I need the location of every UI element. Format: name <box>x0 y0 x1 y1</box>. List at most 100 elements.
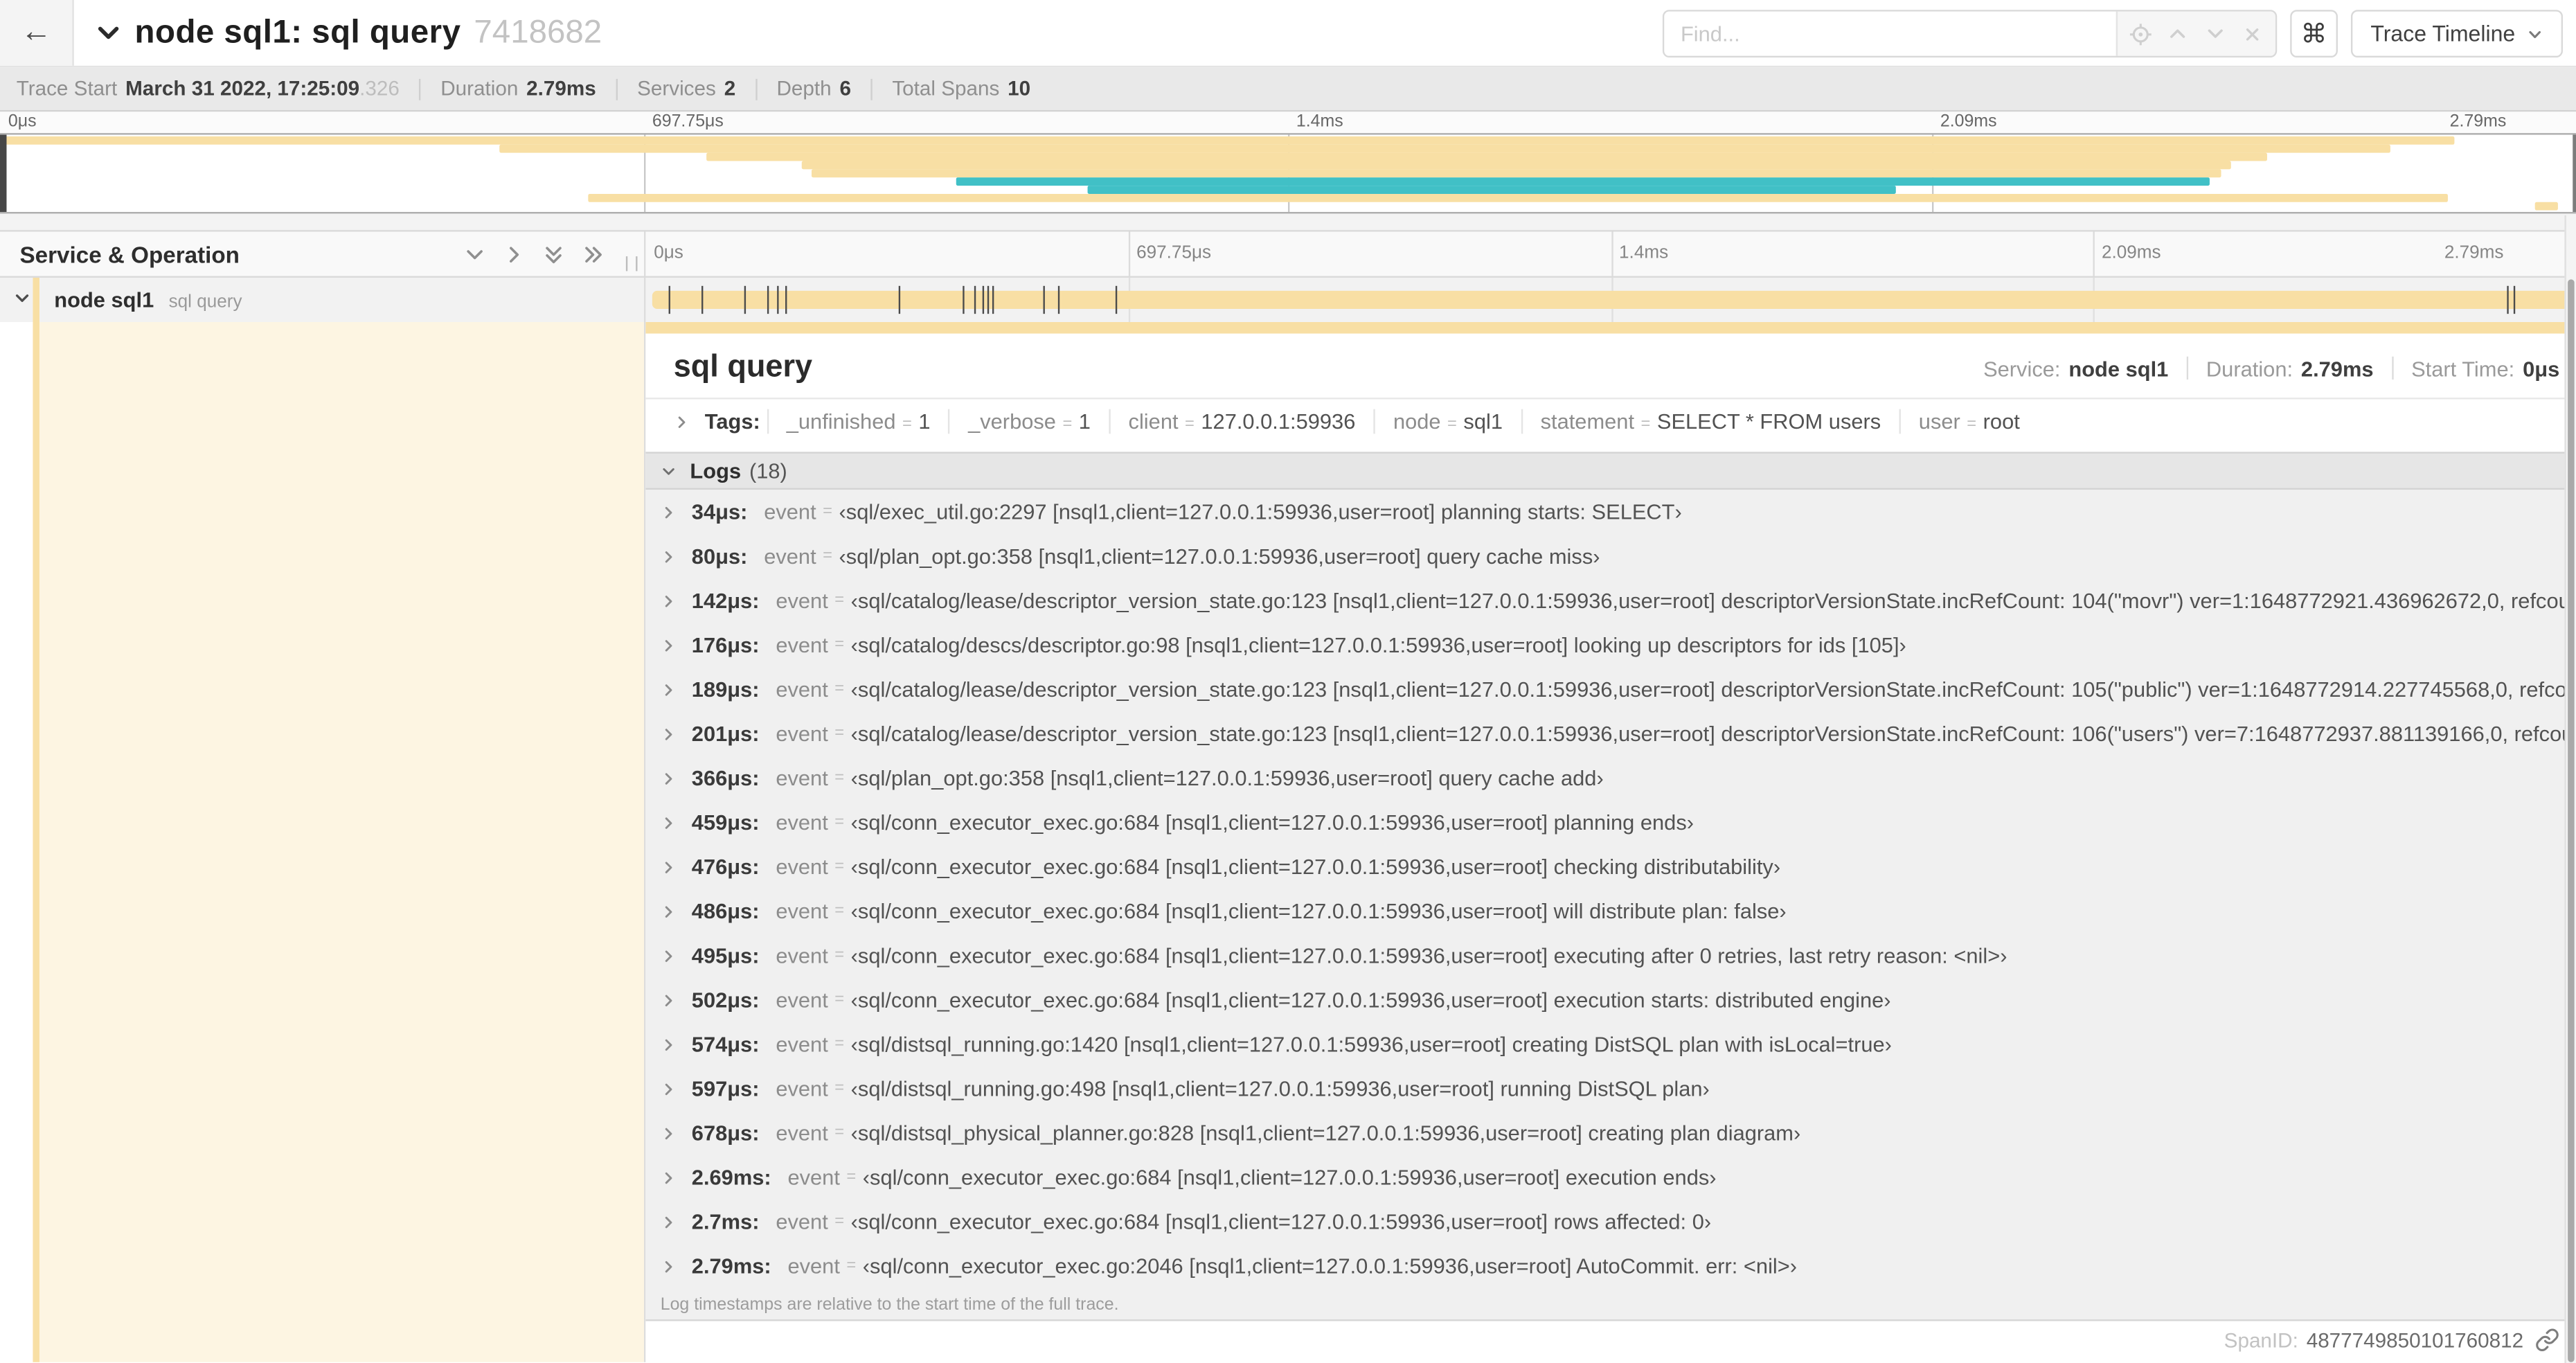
service-label: Service: <box>1983 355 2061 381</box>
duration-value: 2.79ms <box>2300 355 2374 381</box>
log-field-key: event <box>787 1254 840 1279</box>
minimap-left-scrubber[interactable] <box>0 134 7 213</box>
log-field-value: ‹sql/conn_executor_exec.go:2046 [nsql1,c… <box>862 1254 1798 1279</box>
log-row[interactable]: 142μs: event = ‹sql/catalog/lease/descri… <box>645 578 2576 623</box>
log-row[interactable]: 189μs: event = ‹sql/catalog/lease/descri… <box>645 667 2576 711</box>
log-row[interactable]: 176μs: event = ‹sql/catalog/descs/descri… <box>645 623 2576 667</box>
trace-view-selector[interactable]: Trace Timeline <box>2350 10 2564 58</box>
ruler-tick-label: 1.4ms <box>1619 243 1669 263</box>
log-chevron-right-icon <box>661 769 677 786</box>
log-row[interactable]: 597μs: event = ‹sql/distsql_running.go:4… <box>645 1067 2576 1111</box>
log-marker[interactable] <box>1058 285 1061 314</box>
prev-match-chevron-up-icon[interactable] <box>2165 21 2191 47</box>
span-detail-left-column <box>0 322 646 1362</box>
find-input[interactable] <box>1664 11 2116 56</box>
tag-item: client = 127.0.0.1:59936 <box>1109 409 1373 434</box>
equals-sign: = <box>846 1168 857 1186</box>
log-marker[interactable] <box>981 285 984 314</box>
tag-item: _unfinished = 1 <box>767 409 948 434</box>
log-row[interactable]: 486μs: event = ‹sql/conn_executor_exec.g… <box>645 889 2576 933</box>
jaeger-trace-page: ← node sql1: sql query 7418682 Find... ⌘… <box>0 0 2576 1363</box>
back-button[interactable]: ← <box>0 0 74 66</box>
log-row[interactable]: 34μs: event = ‹sql/exec_util.go:2297 [ns… <box>645 490 2576 534</box>
log-field-value: ‹sql/exec_util.go:2297 [nsql1,client=127… <box>839 499 1682 524</box>
span-detail-accent-bar <box>645 322 2576 334</box>
span-detail-meta: Service: node sql1 Duration: 2.79ms Start … <box>1983 356 2559 381</box>
log-field-value: ‹sql/conn_executor_exec.go:684 [nsql1,cl… <box>850 943 2007 968</box>
log-field-key: event <box>776 677 828 702</box>
deep-link-icon[interactable] <box>2535 1328 2560 1353</box>
log-marker[interactable] <box>2507 285 2509 314</box>
log-marker[interactable] <box>899 285 901 314</box>
log-row[interactable]: 2.69ms: event = ‹sql/conn_executor_exec.… <box>645 1155 2576 1200</box>
log-chevron-right-icon <box>661 947 677 964</box>
log-chevron-right-icon <box>661 1213 677 1230</box>
logs-accordion-header[interactable]: Logs (18) <box>645 452 2576 490</box>
divider <box>2391 356 2393 380</box>
log-marker[interactable] <box>767 285 769 314</box>
log-row[interactable]: 678μs: event = ‹sql/distsql_physical_pla… <box>645 1111 2576 1155</box>
collapse-all-double-chevron-down-icon[interactable] <box>542 242 565 265</box>
tags-accordion[interactable]: Tags: _unfinished = 1 _verbose = 1 client = 12… <box>645 400 2576 444</box>
minimap-right-scrubber[interactable] <box>2573 134 2576 213</box>
log-row[interactable]: 2.79ms: event = ‹sql/conn_executor_exec.… <box>645 1244 2576 1288</box>
log-row[interactable]: 495μs: event = ‹sql/conn_executor_exec.g… <box>645 934 2576 978</box>
log-row[interactable]: 459μs: event = ‹sql/conn_executor_exec.g… <box>645 800 2576 844</box>
collapse-one-chevron-down-icon[interactable] <box>463 242 486 265</box>
trace-id: 7418682 <box>474 14 602 51</box>
minimap-graph[interactable] <box>0 133 2576 214</box>
log-marker[interactable] <box>974 285 977 314</box>
log-row[interactable]: 80μs: event = ‹sql/plan_opt.go:358 [nsql… <box>645 534 2576 578</box>
trace-start-label: Trace Start <box>16 77 118 100</box>
log-marker[interactable] <box>1042 285 1045 314</box>
log-field-key: event <box>776 1121 828 1146</box>
log-field-value: ‹sql/conn_executor_exec.go:684 [nsql1,cl… <box>850 987 1891 1013</box>
span-row[interactable]: node sql1 sql query <box>0 277 2576 322</box>
log-row[interactable]: 366μs: event = ‹sql/plan_opt.go:358 [nsq… <box>645 756 2576 800</box>
equals-sign: = <box>834 769 845 787</box>
minimap-tick-label: 697.75μs <box>652 112 724 132</box>
log-field-value: ‹sql/conn_executor_exec.go:684 [nsql1,cl… <box>850 898 1787 924</box>
log-marker[interactable] <box>987 285 990 314</box>
log-marker[interactable] <box>992 285 995 314</box>
minimap-span-row <box>0 177 2576 186</box>
log-row[interactable]: 201μs: event = ‹sql/catalog/lease/descri… <box>645 711 2576 756</box>
log-chevron-right-icon <box>661 992 677 1008</box>
clear-find-x-icon[interactable] <box>2239 21 2265 47</box>
expand-all-double-chevron-right-icon[interactable] <box>582 242 605 265</box>
logs-count: (18) <box>749 458 787 483</box>
log-row[interactable]: 574μs: event = ‹sql/distsql_running.go:1… <box>645 1022 2576 1067</box>
log-marker[interactable] <box>2514 285 2516 314</box>
trace-start-value: March 31 2022, 17:25:09.326 <box>125 77 400 100</box>
log-marker[interactable] <box>701 285 703 314</box>
service-name[interactable]: node sql1 <box>54 287 154 312</box>
locate-icon[interactable] <box>2128 21 2154 47</box>
keyboard-shortcuts-button[interactable]: ⌘ <box>2290 10 2338 58</box>
scrollbar-thumb[interactable] <box>2568 279 2575 1362</box>
log-marker[interactable] <box>744 285 746 314</box>
duration-label: Duration <box>440 77 519 100</box>
next-match-chevron-down-icon[interactable] <box>2201 21 2228 47</box>
vertical-scrollbar[interactable] <box>2564 215 2576 1363</box>
expand-one-chevron-right-icon[interactable] <box>503 242 526 265</box>
log-row[interactable]: 502μs: event = ‹sql/conn_executor_exec.g… <box>645 978 2576 1022</box>
log-marker[interactable] <box>776 285 778 314</box>
log-row[interactable]: 2.7ms: event = ‹sql/conn_executor_exec.g… <box>645 1200 2576 1244</box>
span-children-chevron-down-icon[interactable] <box>13 289 31 308</box>
log-marker[interactable] <box>669 285 671 314</box>
trace-title[interactable]: node sql1: sql query <box>135 14 461 52</box>
span-detail-row: sql query Service: node sql1 Duration: 2.7… <box>0 322 2576 1362</box>
ruler-tick-label: 2.09ms <box>2101 243 2161 263</box>
service-color-accent <box>33 322 39 1362</box>
trace-collapse-chevron-down-icon[interactable] <box>96 19 122 46</box>
log-row[interactable]: 476μs: event = ‹sql/conn_executor_exec.g… <box>645 844 2576 889</box>
log-marker[interactable] <box>963 285 965 314</box>
log-marker[interactable] <box>1114 285 1117 314</box>
log-timestamp: 80μs: <box>691 544 748 569</box>
equals-sign: = <box>834 902 845 920</box>
trace-start-fraction: .326 <box>359 77 400 100</box>
log-chevron-right-icon <box>661 859 677 875</box>
minimap-span-bar <box>499 144 2391 152</box>
log-marker[interactable] <box>785 285 787 314</box>
column-resizer[interactable] <box>625 256 638 271</box>
